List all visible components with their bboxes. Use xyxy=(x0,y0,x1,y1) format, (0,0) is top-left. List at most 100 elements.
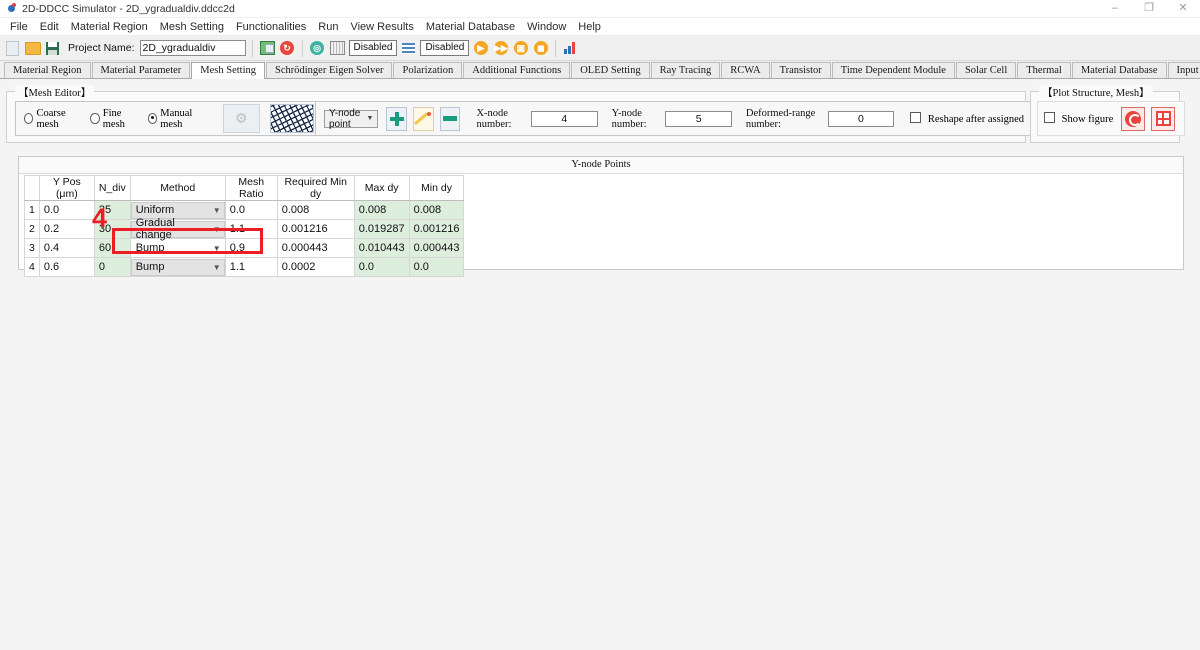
reshape-after-assigned-checkbox[interactable]: Reshape after assigned xyxy=(910,112,1024,125)
cell-method[interactable]: Gradual change ▼ xyxy=(129,217,226,241)
col-mesh-ratio[interactable]: Mesh Ratio xyxy=(224,175,278,201)
menu-material-database[interactable]: Material Database xyxy=(420,20,521,34)
menu-view-results[interactable]: View Results xyxy=(344,20,419,34)
tab-mesh-setting[interactable]: Mesh Setting xyxy=(191,62,265,79)
table-row[interactable]: 4 0.6 0 Bump ▼ 1.1 0.0002 0.0 0.0 xyxy=(24,257,465,277)
tab-oled-setting[interactable]: OLED Setting xyxy=(571,62,650,78)
gear-mesh-button[interactable]: ⚙ xyxy=(222,104,260,133)
cell-n-div[interactable]: 0 xyxy=(93,257,131,277)
refresh-icon[interactable]: ↻ xyxy=(279,40,296,57)
col-y-pos[interactable]: Y Pos (μm) xyxy=(38,175,95,201)
cell-required-min-dy[interactable]: 0.001216 xyxy=(276,219,355,239)
tab-thermal[interactable]: Thermal xyxy=(1017,62,1071,78)
cell-n-div[interactable]: 25 xyxy=(93,200,131,220)
tab-material-database[interactable]: Material Database xyxy=(1071,62,1167,78)
x-node-number-input[interactable]: 4 xyxy=(531,110,598,127)
mesh-preview-image xyxy=(270,105,313,132)
method-dropdown[interactable]: Gradual change ▼ xyxy=(130,217,225,241)
table-row[interactable]: 1 0.0 25 Uniform ▼ 0.0 0.008 0.008 0.008 xyxy=(24,200,465,220)
tab-ray-tracing[interactable]: Ray Tracing xyxy=(650,62,721,78)
y-node-points-table: Y Pos (μm) N_div Method Mesh Ratio Requi… xyxy=(24,175,465,277)
grid-plot-button[interactable] xyxy=(1151,106,1176,131)
tab-material-parameter[interactable]: Material Parameter xyxy=(91,62,191,78)
menu-file[interactable]: File xyxy=(4,20,34,34)
show-figure-checkbox-box xyxy=(1044,112,1055,123)
cell-required-min-dy[interactable]: 0.0002 xyxy=(276,257,355,277)
method-dropdown[interactable]: Bump ▼ xyxy=(130,258,225,276)
tab-time-dependent-module[interactable]: Time Dependent Module xyxy=(831,62,955,78)
close-button[interactable]: ✕ xyxy=(1166,0,1200,17)
project-name-input[interactable]: 2D_ygradualdiv xyxy=(139,40,246,56)
menu-run[interactable]: Run xyxy=(312,20,344,34)
stop-icon[interactable]: ◼ xyxy=(532,40,549,57)
cell-mesh-ratio[interactable]: 1.1 xyxy=(224,257,278,277)
cell-required-min-dy[interactable]: 0.008 xyxy=(276,200,355,220)
columns-icon[interactable] xyxy=(329,40,346,57)
menu-functionalities[interactable]: Functionalities xyxy=(230,20,312,34)
cell-n-div[interactable]: 30 xyxy=(93,219,131,239)
bar-chart-icon[interactable] xyxy=(562,40,579,57)
cell-y-pos[interactable]: 0.6 xyxy=(38,257,95,277)
table-row[interactable]: 3 0.4 60 Bump ▼ 0.9 0.000443 0.010443 0. xyxy=(24,238,465,258)
tab-solar-cell[interactable]: Solar Cell xyxy=(955,62,1017,78)
refresh-plot-button[interactable] xyxy=(1121,106,1146,131)
cell-n-div[interactable]: 60 xyxy=(93,238,131,258)
new-document-icon[interactable] xyxy=(4,40,21,57)
cell-y-pos[interactable]: 0.2 xyxy=(38,219,95,239)
menu-help[interactable]: Help xyxy=(572,20,607,34)
col-n-div[interactable]: N_div xyxy=(93,175,131,201)
tab-polarization[interactable]: Polarization xyxy=(393,62,463,78)
cell-method[interactable]: Bump ▼ xyxy=(129,238,226,258)
cell-method[interactable]: Bump ▼ xyxy=(129,257,226,277)
method-dropdown-value: Bump xyxy=(135,242,165,254)
minimize-button[interactable]: – xyxy=(1098,0,1132,17)
cell-y-pos[interactable]: 0.4 xyxy=(38,238,95,258)
show-figure-checkbox[interactable]: Show figure xyxy=(1044,112,1113,125)
col-max-dy[interactable]: Max dy xyxy=(353,175,410,201)
table-row[interactable]: 2 0.2 30 Gradual change ▼ 1.1 0.001216 0… xyxy=(24,217,465,241)
show-figure-label: Show figure xyxy=(1061,114,1114,125)
mesh-globe-icon[interactable]: ◎ xyxy=(309,40,326,57)
col-min-dy[interactable]: Min dy xyxy=(408,175,465,201)
run-batch-icon[interactable]: ▣ xyxy=(512,40,529,57)
mesh-preview-button[interactable] xyxy=(269,104,314,133)
status-badge-1[interactable]: Disabled xyxy=(348,40,398,56)
maximize-button[interactable]: ❐ xyxy=(1132,0,1166,17)
menu-edit[interactable]: Edit xyxy=(34,20,65,34)
tab-material-region[interactable]: Material Region xyxy=(4,62,91,78)
method-dropdown[interactable]: Bump ▼ xyxy=(130,239,225,257)
app-icon xyxy=(5,2,19,16)
radio-manual-mesh[interactable]: Manual mesh xyxy=(147,108,208,130)
radio-fine-mesh[interactable]: Fine mesh xyxy=(90,108,138,130)
cell-y-pos[interactable]: 0.0 xyxy=(38,200,95,220)
edit-node-button[interactable] xyxy=(413,106,434,131)
y-node-number-input[interactable]: 5 xyxy=(665,110,732,127)
method-dropdown[interactable]: Uniform ▼ xyxy=(130,201,225,219)
node-type-select[interactable]: Y-node point ▼ xyxy=(324,108,379,130)
run-fast-icon[interactable]: ▶▶ xyxy=(492,40,509,57)
radio-coarse-mesh[interactable]: Coarse mesh xyxy=(24,108,81,130)
structure-icon[interactable] xyxy=(259,40,276,57)
add-node-button[interactable] xyxy=(386,106,408,131)
cell-mesh-ratio[interactable]: 0.0 xyxy=(224,200,278,220)
remove-node-button[interactable] xyxy=(439,106,461,131)
tab-additional-functions[interactable]: Additional Functions xyxy=(463,62,571,78)
cell-required-min-dy[interactable]: 0.000443 xyxy=(276,238,355,258)
save-icon[interactable] xyxy=(44,40,61,57)
tab-transistor[interactable]: Transistor xyxy=(770,62,831,78)
tab-input-editor[interactable]: Input Editor xyxy=(1167,62,1200,78)
lines-icon[interactable] xyxy=(400,40,417,57)
cell-mesh-ratio[interactable]: 0.9 xyxy=(224,238,278,258)
col-method[interactable]: Method xyxy=(129,175,226,201)
menu-mesh-setting[interactable]: Mesh Setting xyxy=(154,20,230,34)
status-badge-2[interactable]: Disabled xyxy=(420,40,470,56)
run-icon[interactable]: ▶ xyxy=(472,40,489,57)
col-required-min-dy[interactable]: Required Min dy xyxy=(276,175,355,201)
deformed-range-input[interactable]: 0 xyxy=(827,110,895,127)
menu-window[interactable]: Window xyxy=(521,20,572,34)
menu-material-region[interactable]: Material Region xyxy=(65,20,154,34)
tab-rcwa[interactable]: RCWA xyxy=(721,62,770,78)
open-folder-icon[interactable] xyxy=(24,40,41,57)
tab-schrodinger-eigen-solver[interactable]: Schrödinger Eigen Solver xyxy=(266,62,393,78)
cell-mesh-ratio[interactable]: 1.1 xyxy=(224,219,278,239)
